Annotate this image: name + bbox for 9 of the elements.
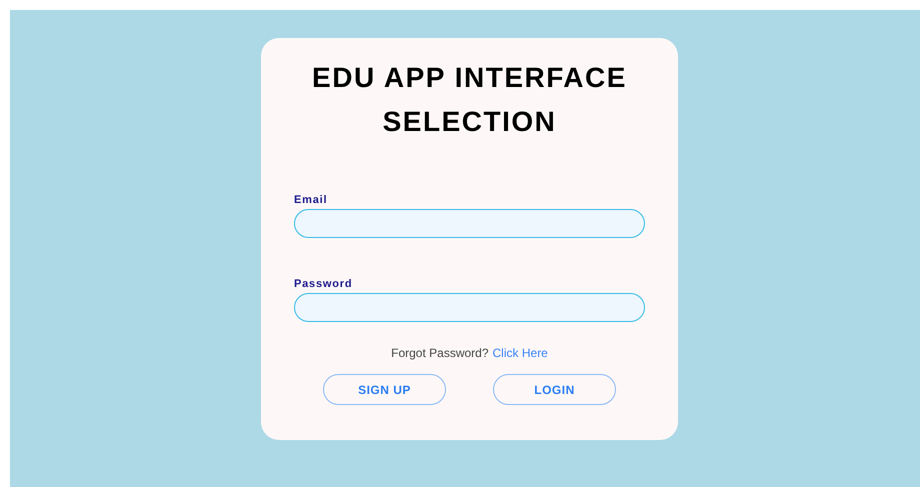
field-label: Email [294, 194, 328, 206]
input-field[interactable] [294, 293, 645, 322]
field-label: Password [294, 278, 352, 290]
input-field[interactable] [294, 209, 645, 238]
forgot-text: Forgot Password? [391, 346, 489, 360]
action-button[interactable]: SIGN UP [323, 374, 446, 405]
card-title: EDU APP INTERFACE SELECTION [311, 61, 628, 139]
click-here-link[interactable]: Click Here [492, 346, 548, 360]
action-button[interactable]: LOGIN [493, 374, 616, 405]
